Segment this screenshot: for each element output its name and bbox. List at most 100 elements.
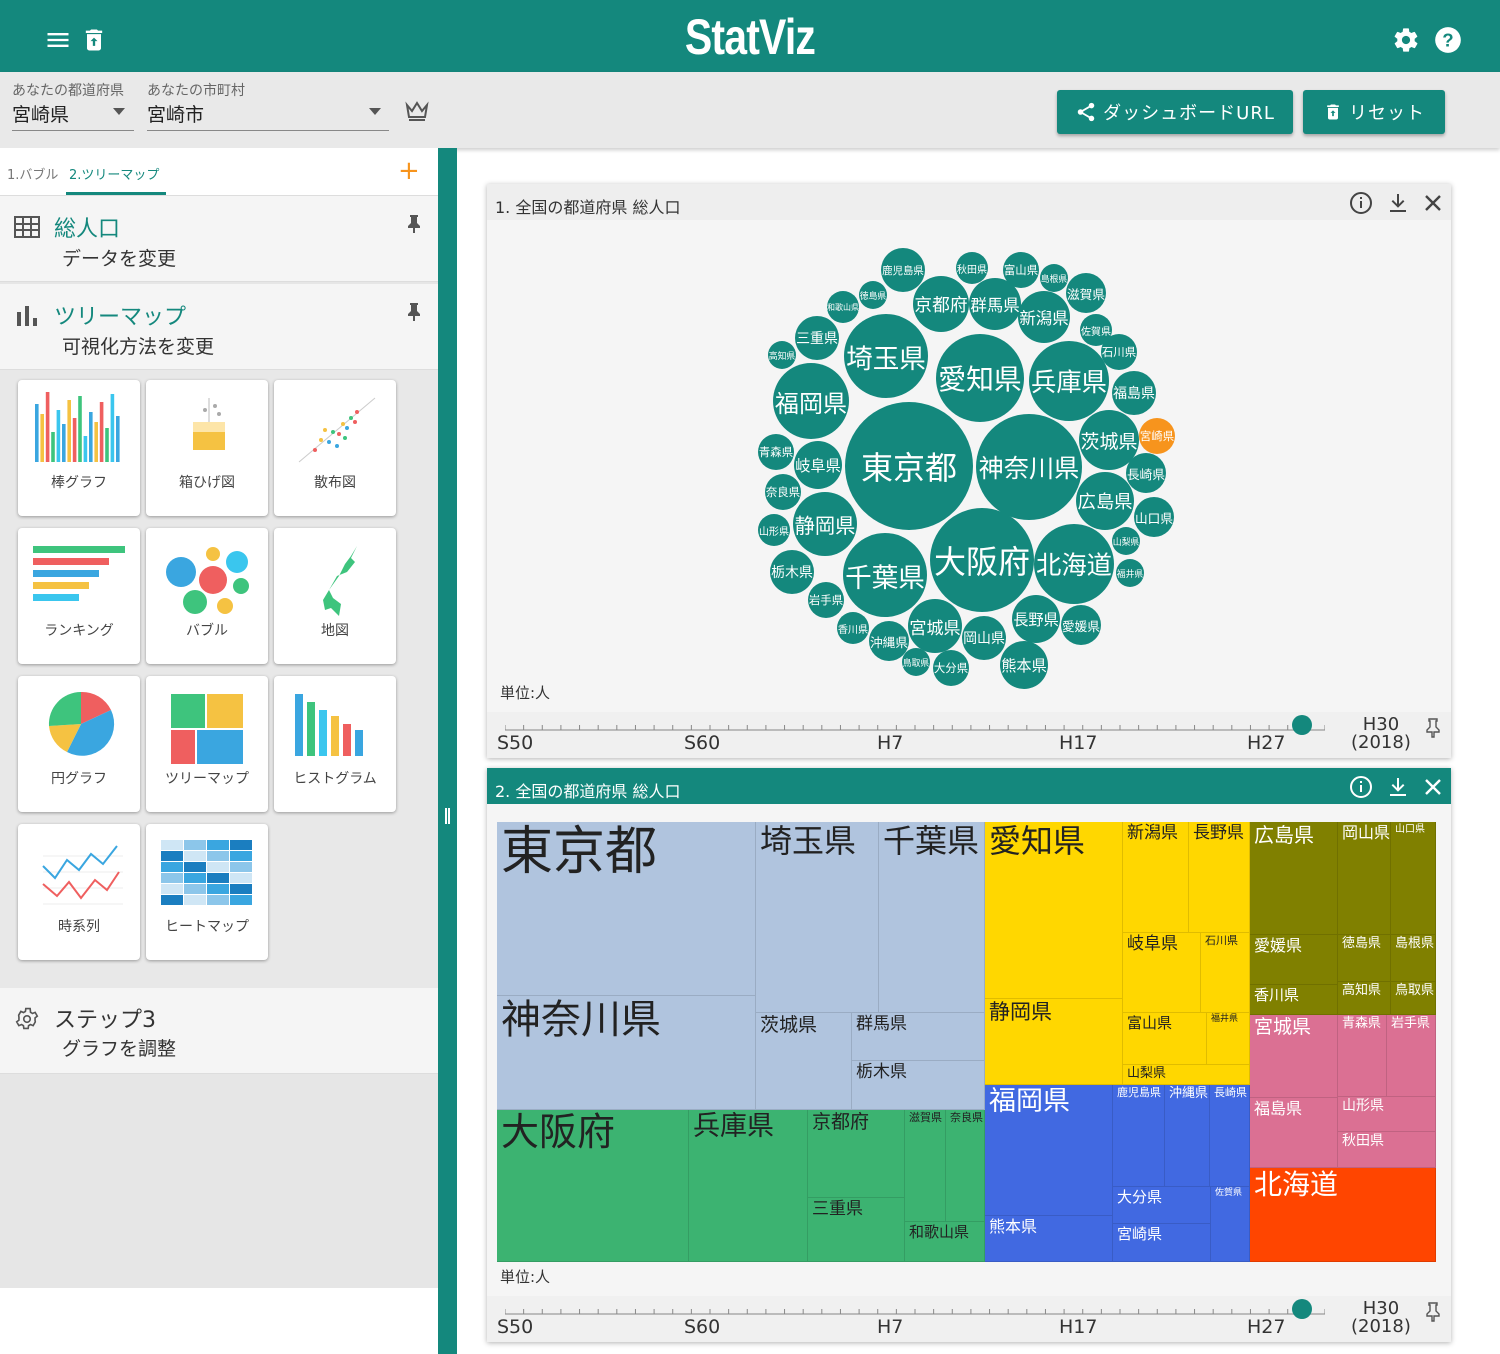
bubble[interactable]: 新潟県 [1018,291,1070,343]
chart-type-map[interactable]: 地図 [274,528,396,664]
chart-type-bubble[interactable]: バブル [146,528,268,664]
pin-icon[interactable] [406,302,422,322]
treemap-cell[interactable]: 新潟県 [1123,822,1189,933]
bubble[interactable]: 福井県 [1116,559,1144,587]
bubble[interactable]: 秋田県 [956,252,988,284]
treemap-cell[interactable]: 徳島県 [1338,935,1391,982]
city-select[interactable]: 宮崎市 [147,100,204,127]
bubble[interactable]: 山口県 [1134,497,1174,537]
chart-type-pie[interactable]: 円グラフ [18,676,140,812]
bubble[interactable]: 高知県 [768,341,796,369]
tab-bubble[interactable]: 1.バブル [7,164,58,183]
chart-type-bar[interactable]: 棒グラフ [18,380,140,516]
info-icon[interactable] [1349,191,1373,215]
bubble[interactable]: 京都府 [913,276,969,332]
bubble[interactable]: 長崎県 [1126,453,1166,493]
treemap-cell[interactable]: 神奈川県 [497,996,756,1110]
treemap-cell[interactable]: 鳥取県 [1391,982,1436,1015]
treemap-cell[interactable]: 長野県 [1189,822,1250,933]
treemap-cell[interactable]: 長崎県 [1210,1085,1250,1187]
bubble[interactable]: 広島県 [1076,472,1134,530]
treemap-cell[interactable]: 山梨県 [1123,1065,1250,1085]
bubble[interactable]: 大分県 [933,650,969,686]
bubble[interactable]: 埼玉県 [844,314,928,398]
treemap-cell[interactable]: 富山県 [1123,1013,1207,1065]
slider-track[interactable] [505,1304,1325,1318]
time-slider[interactable]: S50 S60 H7 H17 H27 H30 (2018) [487,712,1451,758]
reset-button[interactable]: リセット [1303,90,1445,134]
treemap-cell[interactable]: 福井県 [1207,1013,1250,1065]
treemap-cell[interactable]: 岡山県 [1338,822,1391,935]
treemap-cell[interactable]: 兵庫県 [689,1110,808,1262]
bubble[interactable]: 滋賀県 [1066,273,1106,313]
chart-type-treemap[interactable]: ツリーマップ [146,676,268,812]
info-icon[interactable] [1349,775,1373,799]
bubble[interactable]: 佐賀県 [1080,314,1112,346]
bubble[interactable]: 神奈川県 [976,414,1082,520]
drag-handle-icon[interactable] [445,808,450,824]
bubble[interactable]: 長野県 [1012,595,1060,643]
bubble[interactable]: 愛知県 [936,334,1024,422]
pin-icon[interactable] [1425,1302,1441,1322]
treemap-cell[interactable]: 宮城県 [1250,1015,1338,1098]
treemap-cell[interactable]: 和歌山県 [905,1222,985,1262]
time-slider[interactable]: S50 S60 H7 H17 H27 H30 (2018) [487,1296,1451,1342]
step-visualization[interactable]: ツリーマップ 可視化方法を変更 [0,284,438,370]
bubble[interactable]: 山梨県 [1112,527,1140,555]
bubble[interactable]: 熊本県 [1000,641,1048,689]
bubble[interactable]: 岩手県 [808,582,844,618]
bubble[interactable]: 和歌山県 [827,291,859,323]
treemap-cell[interactable]: 山形県 [1338,1097,1436,1132]
bubble[interactable]: 青森県 [758,434,794,470]
pref-select[interactable]: 宮崎県 [12,100,69,127]
treemap-cell[interactable]: 大分県 [1113,1187,1211,1224]
treemap-cell[interactable]: 宮崎県 [1113,1224,1211,1262]
download-icon[interactable] [1386,191,1410,215]
bubble[interactable]: 奈良県 [765,474,801,510]
chevron-down-icon[interactable] [369,108,381,115]
treemap-cell[interactable]: 鹿児島県 [1113,1085,1165,1187]
treemap-cell[interactable]: 静岡県 [985,999,1123,1085]
bubble[interactable]: 福岡県 [773,363,849,439]
close-icon[interactable] [1423,777,1443,797]
add-tab-icon[interactable]: + [398,156,420,186]
treemap-cell[interactable]: 島根県 [1391,935,1436,982]
treemap-cell[interactable]: 広島県 [1250,822,1338,935]
step-data[interactable]: 総人口 データを変更 [0,196,438,282]
treemap-cell[interactable]: 青森県 [1338,1015,1387,1097]
treemap-cell[interactable]: 高知県 [1338,982,1391,1015]
chart-type-scatter[interactable]: 散布図 [274,380,396,516]
step-adjust[interactable]: ステップ3 グラフを調整 [0,988,438,1074]
menu-icon[interactable] [44,26,72,54]
treemap-cell[interactable]: 熊本県 [985,1216,1113,1262]
treemap-cell[interactable]: 岐阜県 [1123,933,1201,1013]
bubble[interactable]: 宮崎県 [1139,418,1175,454]
treemap-cell[interactable]: 岩手県 [1387,1015,1436,1097]
bubble[interactable]: 富山県 [1003,252,1039,288]
treemap-cell[interactable]: 沖縄県 [1165,1085,1210,1187]
chart-type-boxplot[interactable]: 箱ひげ図 [146,380,268,516]
chart-type-heatmap[interactable]: ヒートマップ [146,824,268,960]
treemap-cell[interactable]: 埼玉県 [756,822,879,1013]
close-icon[interactable] [1423,193,1443,213]
treemap-cell[interactable]: 千葉県 [879,822,985,1013]
bubble[interactable]: 宮城県 [908,599,962,653]
bubble[interactable]: 北海道 [1034,524,1114,604]
bubble[interactable]: 静岡県 [793,492,857,556]
bubble[interactable]: 岐阜県 [794,441,842,489]
panel-divider[interactable] [438,148,457,1354]
download-icon[interactable] [1386,775,1410,799]
bubble[interactable]: 徳島県 [859,281,887,309]
crown-icon[interactable] [405,100,429,122]
treemap-cell[interactable]: 秋田県 [1338,1132,1436,1168]
chart-type-histogram[interactable]: ヒストグラム [274,676,396,812]
treemap-cell[interactable]: 茨城県 [756,1013,852,1110]
treemap-cell[interactable]: 愛知県 [985,822,1123,999]
bubble[interactable]: 千葉県 [843,533,927,617]
bubble[interactable]: 東京都 [845,402,973,530]
dashboard-url-button[interactable]: ダッシュボードURL [1057,90,1293,134]
bubble[interactable]: 三重県 [795,316,839,360]
bubble[interactable]: 香川県 [837,612,869,644]
bubble[interactable]: 栃木県 [770,550,814,594]
bubble[interactable]: 島根県 [1040,264,1068,292]
